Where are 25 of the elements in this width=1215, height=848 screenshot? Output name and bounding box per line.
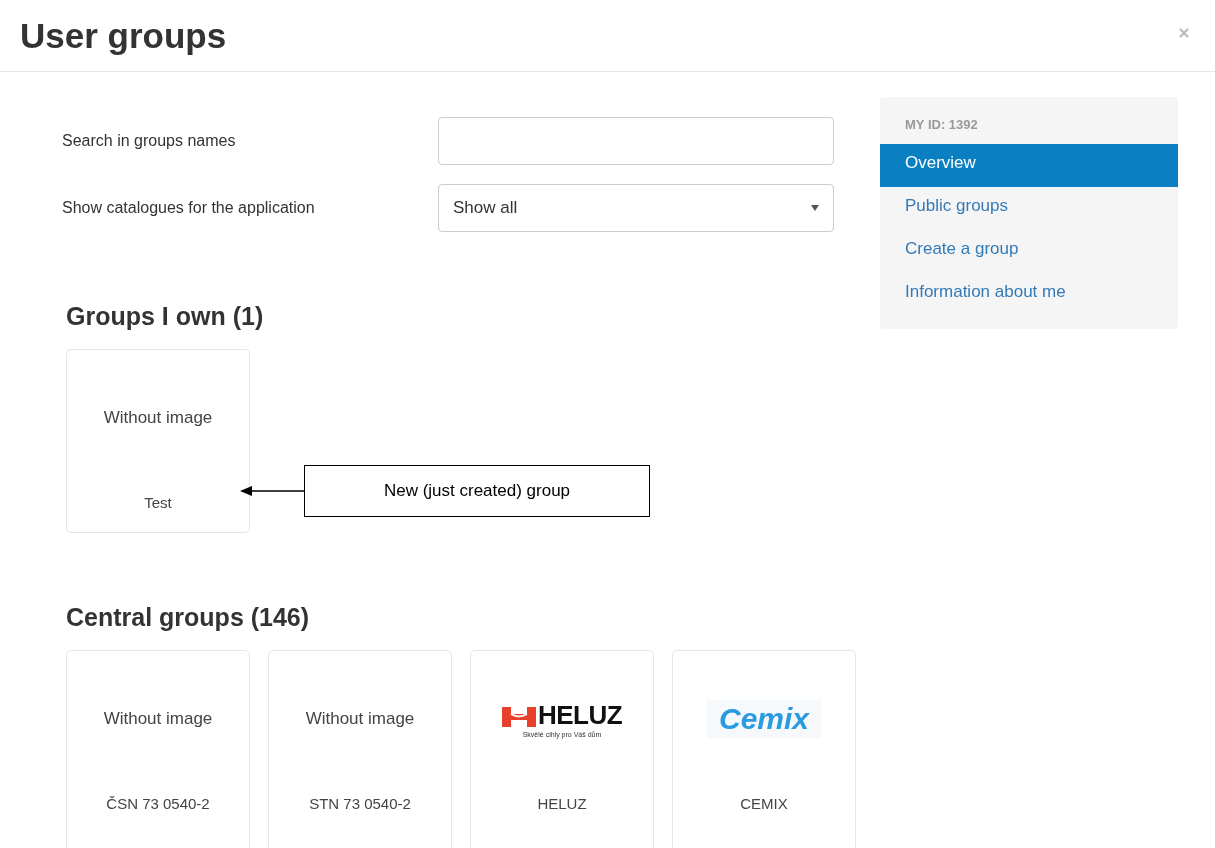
search-field[interactable] <box>438 116 834 165</box>
no-image-text: Without image <box>305 709 415 729</box>
sidebar-link[interactable]: Overview <box>880 144 1178 187</box>
group-card[interactable]: Without image ČSN 73 0540-2 <box>66 650 250 848</box>
annotation-callout: New (just created) group <box>304 465 650 517</box>
section-heading: Central groups (146) <box>66 603 311 632</box>
logo: Cemix <box>706 700 821 738</box>
close-icon[interactable] <box>1179 27 1189 38</box>
arrow-icon <box>240 485 304 497</box>
sidebar-link[interactable]: Public groups <box>880 187 1178 230</box>
application-dropdown[interactable]: Show all <box>438 183 834 232</box>
sidebar-link[interactable]: Information about me <box>880 273 1178 316</box>
group-card[interactable]: Without image STN 73 0540-2 <box>268 650 452 848</box>
h-mark-icon <box>501 704 536 727</box>
section-heading: Groups I own (1) <box>66 302 265 331</box>
caret-icon <box>811 204 819 211</box>
group-card[interactable]: Cemix CEMIX <box>672 650 856 848</box>
sidebar-link[interactable]: Create a group <box>880 230 1178 273</box>
group-card[interactable]: Without image Test <box>66 349 250 533</box>
page-title: User groups <box>20 15 227 56</box>
no-image-text: Without image <box>103 408 213 428</box>
no-image-text: Without image <box>103 709 213 729</box>
user-id-label: MY ID: 1392 <box>904 117 979 134</box>
field-label: Show catalogues for the application <box>62 198 316 217</box>
field-label: Search in groups names <box>62 131 237 150</box>
